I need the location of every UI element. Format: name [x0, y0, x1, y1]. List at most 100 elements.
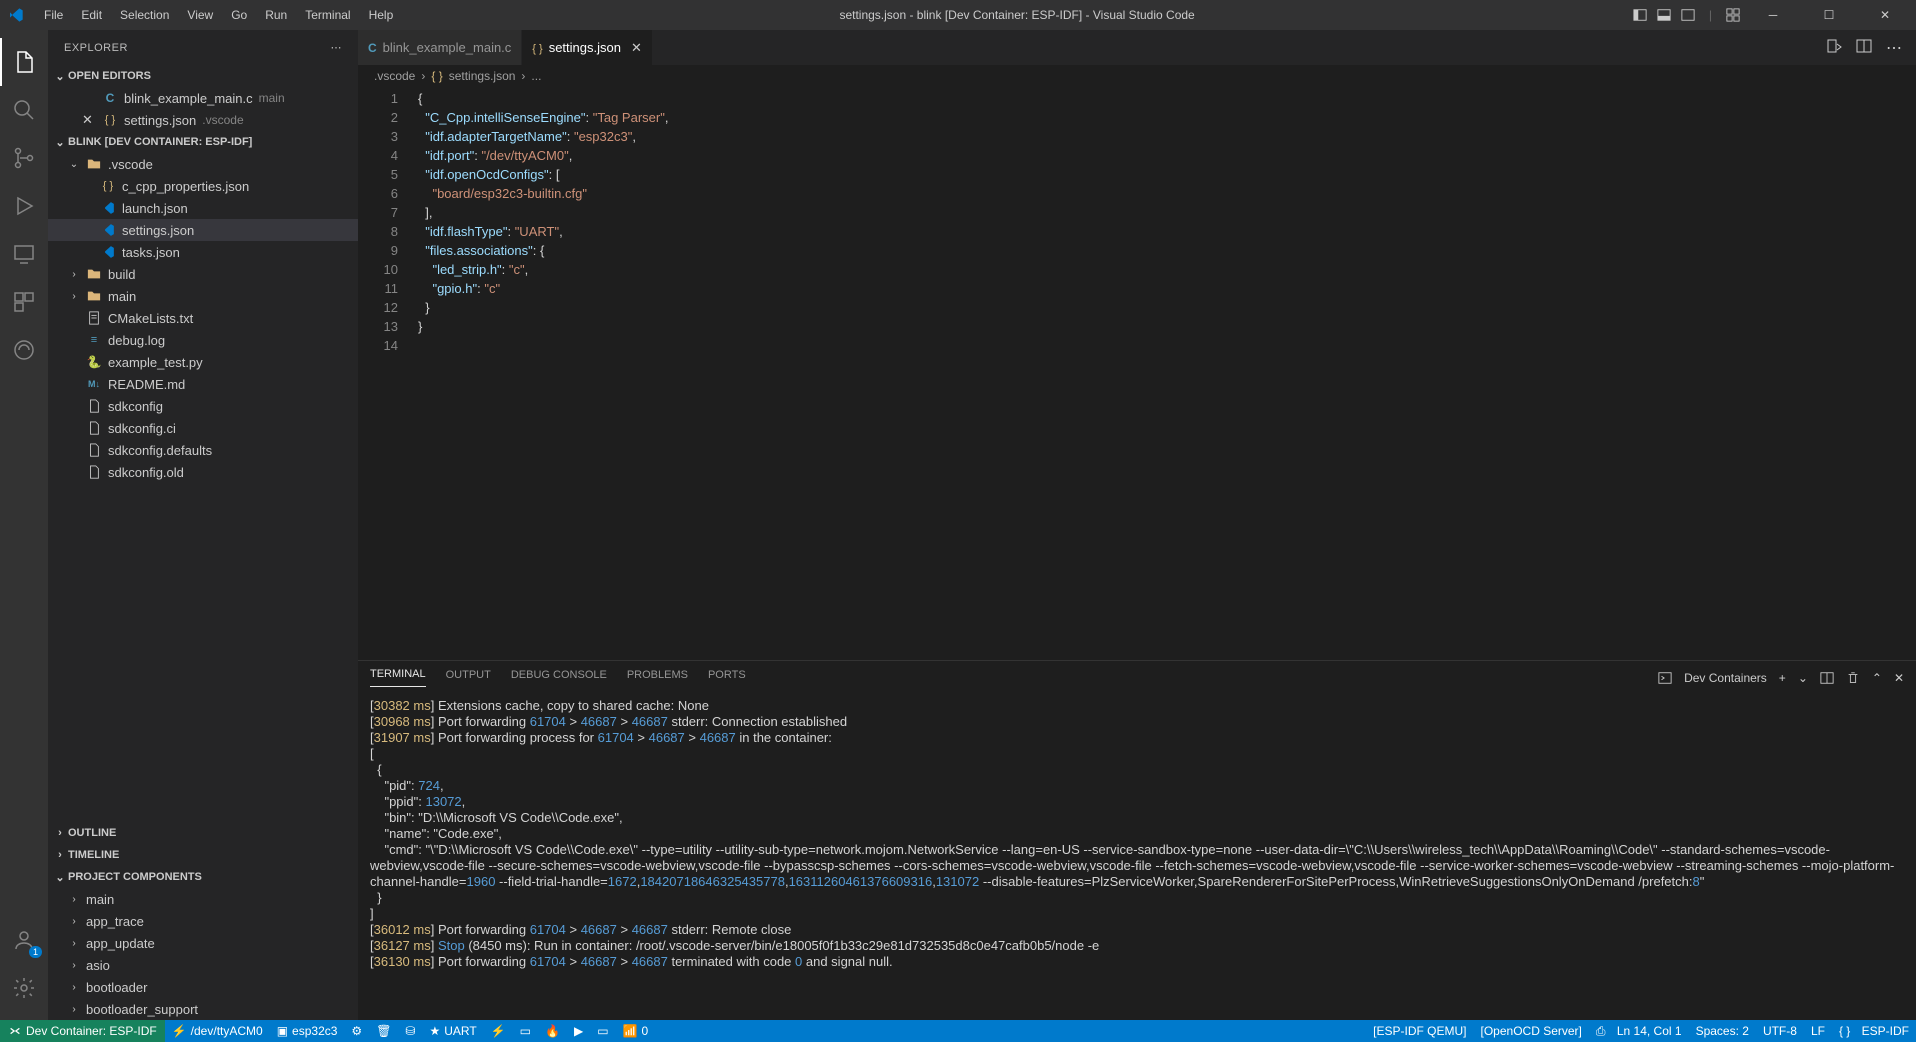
close-button[interactable]: ✕	[1862, 0, 1908, 30]
menu-edit[interactable]: Edit	[73, 4, 110, 26]
outline-header[interactable]: ›OUTLINE	[48, 822, 358, 844]
file-item[interactable]: sdkconfig.defaults	[48, 439, 358, 461]
status-flame-icon[interactable]: 🔥	[538, 1020, 567, 1042]
status-monitor-icon[interactable]: ▭	[513, 1020, 538, 1042]
terminal-dropdown-icon[interactable]: ⌄	[1798, 671, 1808, 685]
maximize-panel-icon[interactable]: ⌃	[1872, 671, 1882, 685]
minimap[interactable]	[1826, 87, 1916, 660]
component-item[interactable]: ›bootloader_support	[48, 998, 358, 1020]
status-target[interactable]: ▣esp32c3	[270, 1020, 345, 1042]
close-panel-icon[interactable]: ✕	[1894, 671, 1904, 685]
source-control-icon[interactable]	[0, 134, 48, 182]
explorer-icon[interactable]	[0, 38, 48, 86]
title-bar: File Edit Selection View Go Run Terminal…	[0, 0, 1916, 30]
menu-run[interactable]: Run	[257, 4, 295, 26]
status-encoding[interactable]: UTF-8	[1756, 1020, 1804, 1042]
menu-help[interactable]: Help	[361, 4, 402, 26]
file-item[interactable]: CMakeLists.txt	[48, 307, 358, 329]
customize-layout-icon[interactable]	[1726, 8, 1740, 22]
terminal-output[interactable]: [30382 ms] Extensions cache, copy to sha…	[358, 694, 1916, 1020]
accounts-icon[interactable]: 1	[0, 916, 48, 964]
panel-tab-terminal[interactable]: TERMINAL	[370, 668, 426, 687]
status-spaces[interactable]: Spaces: 2	[1689, 1020, 1756, 1042]
split-terminal-icon[interactable]	[1820, 671, 1834, 685]
status-clean-icon[interactable]: 🗑	[369, 1020, 398, 1042]
file-item[interactable]: M↓README.md	[48, 373, 358, 395]
device-icon: ▭	[597, 1024, 608, 1038]
bottom-panel: TERMINAL OUTPUT DEBUG CONSOLE PROBLEMS P…	[358, 660, 1916, 1020]
file-item[interactable]: sdkconfig	[48, 395, 358, 417]
status-eol[interactable]: LF	[1804, 1020, 1832, 1042]
file-item[interactable]: settings.json	[48, 219, 358, 241]
editor-tab[interactable]: { }settings.json✕	[522, 30, 653, 65]
layout-right-icon[interactable]	[1681, 8, 1695, 22]
component-item[interactable]: ›asio	[48, 954, 358, 976]
component-item[interactable]: ›main	[48, 888, 358, 910]
workspace-header[interactable]: ⌄BLINK [DEV CONTAINER: ESP-IDF]	[48, 131, 358, 153]
component-item[interactable]: ›bootloader	[48, 976, 358, 998]
status-build-icon[interactable]: ⛁	[398, 1020, 422, 1042]
timeline-header[interactable]: ›TIMELINE	[48, 844, 358, 866]
breadcrumb[interactable]: .vscode› { }settings.json› ...	[358, 65, 1916, 87]
run-debug-icon[interactable]	[0, 182, 48, 230]
status-lang[interactable]: { } ESP-IDF	[1832, 1020, 1916, 1042]
layout-left-icon[interactable]	[1633, 8, 1647, 22]
sidebar-more-icon[interactable]: ⋯	[331, 41, 343, 54]
folder-item[interactable]: ›main	[48, 285, 358, 307]
remote-indicator[interactable]: Dev Container: ESP-IDF	[0, 1020, 165, 1042]
component-item[interactable]: ›app_trace	[48, 910, 358, 932]
status-sdkconfig-icon[interactable]: ⚙	[344, 1020, 369, 1042]
panel-tab-debug[interactable]: DEBUG CONSOLE	[511, 669, 607, 687]
file-item[interactable]: sdkconfig.old	[48, 461, 358, 483]
file-item[interactable]: tasks.json	[48, 241, 358, 263]
panel-tab-output[interactable]: OUTPUT	[446, 669, 491, 687]
status-device-icon[interactable]: ▭	[590, 1020, 615, 1042]
status-position[interactable]: ⎙ Ln 14, Col 1	[1589, 1020, 1689, 1042]
terminal-profile-icon[interactable]	[1658, 671, 1672, 685]
open-editors-header[interactable]: ⌄OPEN EDITORS	[48, 65, 358, 87]
file-item[interactable]: launch.json	[48, 197, 358, 219]
minimize-button[interactable]: ─	[1750, 0, 1796, 30]
trash-icon: 🗑	[376, 1024, 391, 1038]
espressif-icon[interactable]	[0, 326, 48, 374]
layout-bottom-icon[interactable]	[1657, 8, 1671, 22]
status-errors[interactable]: 📶0	[616, 1020, 656, 1042]
panel-tab-ports[interactable]: PORTS	[708, 669, 746, 687]
file-item[interactable]: { }c_cpp_properties.json	[48, 175, 358, 197]
menu-view[interactable]: View	[179, 4, 221, 26]
status-qemu[interactable]: [ESP-IDF QEMU]	[1366, 1020, 1473, 1042]
remote-explorer-icon[interactable]	[0, 230, 48, 278]
menu-selection[interactable]: Selection	[112, 4, 177, 26]
kill-terminal-icon[interactable]	[1846, 671, 1860, 685]
editor-more-icon[interactable]: ⋯	[1886, 38, 1902, 58]
menu-terminal[interactable]: Terminal	[297, 4, 358, 26]
status-openocd[interactable]: [OpenOCD Server]	[1474, 1020, 1589, 1042]
panel-tab-problems[interactable]: PROBLEMS	[627, 669, 688, 687]
menu-go[interactable]: Go	[223, 4, 255, 26]
folder-item[interactable]: ›build	[48, 263, 358, 285]
open-editor-item[interactable]: ✕{ }settings.json .vscode	[48, 109, 358, 131]
code-content[interactable]: { "C_Cpp.intelliSenseEngine": "Tag Parse…	[418, 87, 1826, 660]
file-item[interactable]: ≡debug.log	[48, 329, 358, 351]
terminal-label[interactable]: Dev Containers	[1684, 671, 1767, 685]
file-item[interactable]: 🐍example_test.py	[48, 351, 358, 373]
editor-body[interactable]: 1234567891011121314 { "C_Cpp.intelliSens…	[358, 87, 1916, 660]
split-editor-icon[interactable]	[1856, 38, 1872, 58]
maximize-button[interactable]: ☐	[1806, 0, 1852, 30]
editor-tab[interactable]: Cblink_example_main.c	[358, 30, 522, 65]
menu-file[interactable]: File	[36, 4, 71, 26]
open-editor-item[interactable]: Cblink_example_main.c main	[48, 87, 358, 109]
project-components-header[interactable]: ⌄PROJECT COMPONENTS	[48, 866, 358, 888]
run-file-icon[interactable]	[1826, 38, 1842, 58]
status-terminal-icon[interactable]: ▶	[567, 1020, 590, 1042]
status-port[interactable]: ⚡/dev/ttyACM0	[165, 1020, 270, 1042]
component-item[interactable]: ›app_update	[48, 932, 358, 954]
folder-item[interactable]: ⌄.vscode	[48, 153, 358, 175]
file-item[interactable]: sdkconfig.ci	[48, 417, 358, 439]
new-terminal-icon[interactable]: +	[1779, 671, 1786, 685]
settings-gear-icon[interactable]	[0, 964, 48, 1012]
status-flash[interactable]: ★UART	[422, 1020, 483, 1042]
status-flash-icon[interactable]: ⚡	[484, 1020, 513, 1042]
extensions-icon[interactable]	[0, 278, 48, 326]
search-icon[interactable]	[0, 86, 48, 134]
